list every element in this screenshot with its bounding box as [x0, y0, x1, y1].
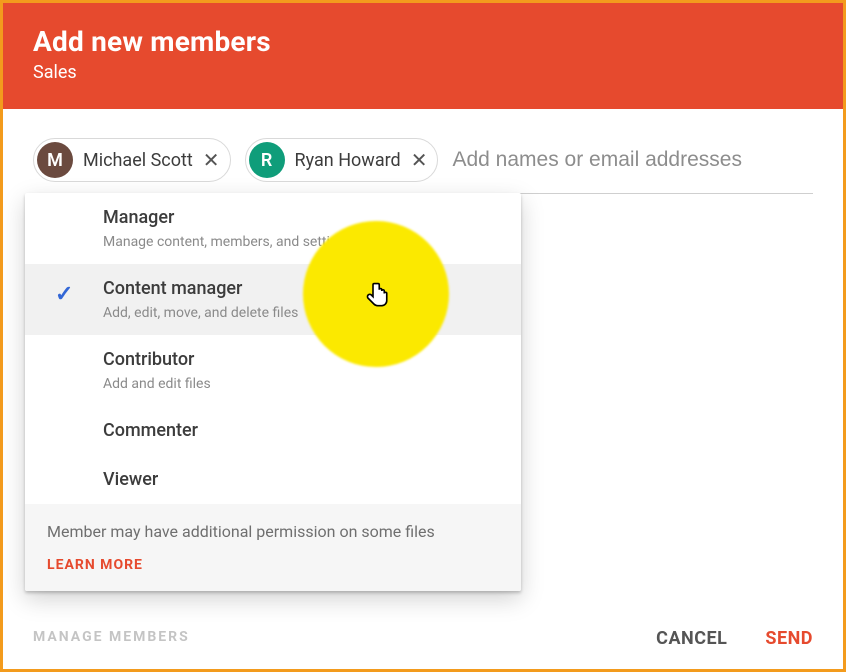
role-option-contributor[interactable]: Contributor Add and edit files: [25, 335, 521, 406]
check-icon: ✓: [55, 282, 73, 307]
role-label: Content manager: [103, 278, 499, 299]
footer-note: Member may have additional permission on…: [47, 522, 435, 541]
role-desc: Add and edit files: [103, 376, 499, 392]
recipients-row: M Michael Scott ✕ R Ryan Howard ✕: [33, 137, 813, 183]
close-icon[interactable]: ✕: [411, 148, 428, 172]
avatar: M: [37, 142, 73, 178]
learn-more-link[interactable]: LEARN MORE: [47, 557, 499, 573]
close-icon[interactable]: ✕: [203, 148, 220, 172]
role-label: Manager: [103, 207, 499, 228]
role-desc: Add, edit, move, and delete files: [103, 305, 499, 321]
role-option-commenter[interactable]: Commenter: [25, 406, 521, 455]
dropdown-footer: Member may have additional permission on…: [25, 504, 521, 591]
dialog-content: M Michael Scott ✕ R Ryan Howard ✕: [3, 109, 843, 194]
avatar-initial: R: [261, 150, 272, 171]
role-label: Viewer: [103, 469, 499, 490]
recipient-name: Ryan Howard: [295, 150, 401, 171]
dialog-subtitle: Sales: [33, 62, 813, 83]
role-option-viewer[interactable]: Viewer: [25, 455, 521, 504]
cancel-button[interactable]: CANCEL: [656, 628, 727, 649]
role-label: Contributor: [103, 349, 499, 370]
recipient-chip[interactable]: R Ryan Howard ✕: [245, 138, 439, 182]
recipients-input[interactable]: [452, 148, 813, 172]
dialog-actions: CANCEL SEND: [656, 628, 813, 649]
dialog-title: Add new members: [33, 25, 813, 58]
manage-members-link[interactable]: MANAGE MEMBERS: [33, 629, 190, 645]
avatar: R: [249, 142, 285, 178]
recipient-name: Michael Scott: [83, 150, 193, 171]
send-button[interactable]: SEND: [765, 628, 813, 649]
role-option-manager[interactable]: Manager Manage content, members, and set…: [25, 193, 521, 264]
role-label: Commenter: [103, 420, 499, 441]
avatar-initial: M: [47, 150, 63, 171]
dialog-header: Add new members Sales: [3, 3, 843, 109]
role-option-content-manager[interactable]: ✓ Content manager Add, edit, move, and d…: [25, 264, 521, 335]
role-desc: Manage content, members, and settings: [103, 234, 499, 250]
role-dropdown: Manager Manage content, members, and set…: [25, 193, 521, 591]
dialog-frame: Add new members Sales M Michael Scott ✕ …: [0, 0, 846, 672]
recipient-chip[interactable]: M Michael Scott ✕: [33, 138, 231, 182]
